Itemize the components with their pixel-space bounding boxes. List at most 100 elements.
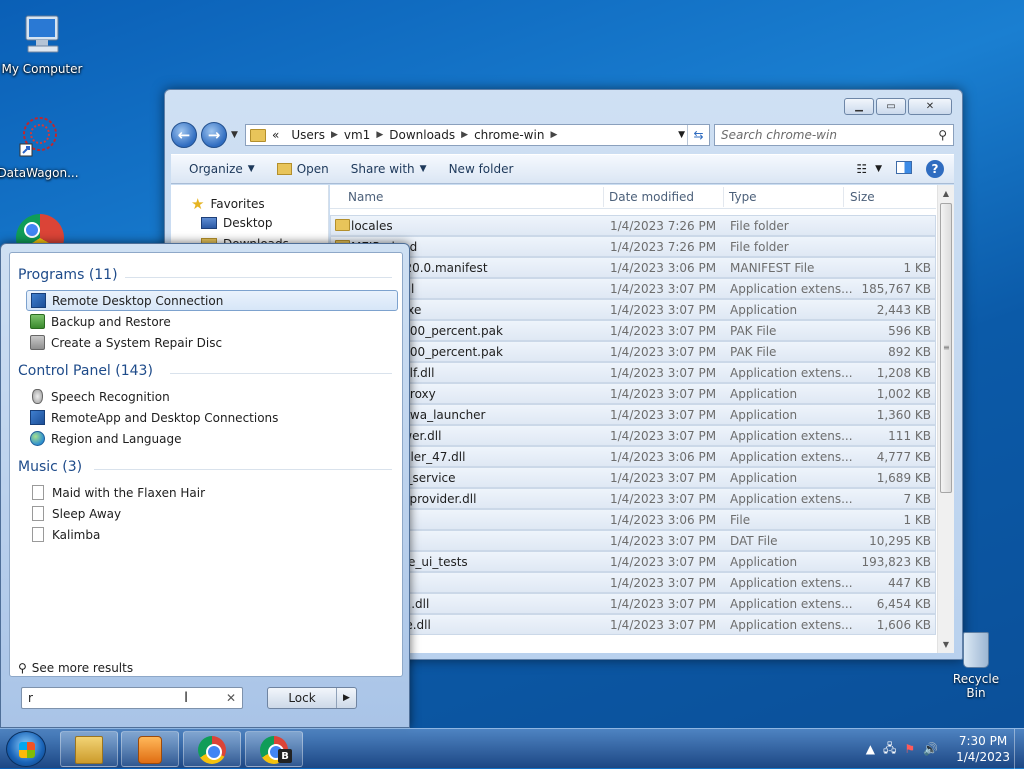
result-item[interactable]: RemoteApp and Desktop Connections — [26, 407, 398, 428]
file-row[interactable]: MEIPreload1/4/2023 7:26 PMFile folder — [330, 236, 936, 257]
taskbar-chrome[interactable] — [183, 731, 241, 767]
file-row[interactable]: libGLESv2.dll1/4/2023 3:07 PMApplication… — [330, 593, 936, 614]
file-row[interactable]: chrome_wer.dll1/4/2023 3:07 PMApplicatio… — [330, 425, 936, 446]
show-desktop-button[interactable] — [1014, 729, 1024, 769]
column-name[interactable]: Name — [348, 190, 383, 204]
maximize-button[interactable]: ▭ — [876, 98, 906, 115]
taskbar-media-player[interactable] — [121, 731, 179, 767]
breadcrumb-vm1[interactable]: vm1 — [338, 128, 376, 142]
start-search-input[interactable]: r I ✕ — [21, 687, 243, 709]
show-hidden-icons-button[interactable]: ▲ — [866, 742, 875, 756]
file-row[interactable]: chrome_100_percent.pak 1/4/2023 3:07 PM PA… — [330, 320, 936, 341]
file-row[interactable]: First Run1/4/2023 3:06 PMFile1 KB — [330, 509, 936, 530]
file-row[interactable]: mojo_core.dll1/4/2023 3:07 PMApplication… — [330, 614, 936, 635]
file-row[interactable]: chrome_pwa_launcher 1/4/2023 3:07 PM Appli… — [330, 404, 936, 425]
desktop-icon-chrome-partial[interactable] — [16, 214, 64, 244]
see-more-results-link[interactable]: ⚲ See more results — [18, 661, 133, 675]
file-row[interactable]: chrome_elf.dll1/4/2023 3:07 PMApplicatio… — [330, 362, 936, 383]
result-item[interactable]: Maid with the Flaxen Hair — [26, 482, 398, 503]
file-row[interactable]: libEGL.dll1/4/2023 3:07 PMApplication ex… — [330, 572, 936, 593]
scroll-up-icon[interactable]: ▲ — [938, 189, 954, 198]
clear-icon[interactable]: ✕ — [226, 691, 236, 705]
file-row[interactable]: 110.0.5420.0.manifest 1/4/2023 3:06 PM MAN… — [330, 257, 936, 278]
start-search-value: r — [28, 691, 33, 705]
address-bar[interactable]: « Users ▶ vm1 ▶ Downloads ▶ chrome-win ▶… — [245, 124, 710, 146]
file-row[interactable]: interactive_ui_tests1/4/2023 3:07 PMAppl… — [330, 551, 936, 572]
start-menu: ⚲ See more results Programs (11) Remote D… — [0, 243, 410, 728]
file-row[interactable]: chrome.dll1/4/2023 3:07 PMApplication ex… — [330, 278, 936, 299]
back-button[interactable]: ← — [171, 122, 197, 148]
result-item-label: Maid with the Flaxen Hair — [52, 485, 206, 500]
clock[interactable]: 7:30 PM 1/4/2023 — [956, 733, 1010, 765]
file-date: 1/4/2023 3:07 PM — [610, 534, 717, 548]
result-item[interactable]: Create a System Repair Disc — [26, 332, 398, 353]
file-row[interactable]: d3dcompiler_47.dll1/4/2023 3:06 PMApplic… — [330, 446, 936, 467]
file-row[interactable]: locales 1/4/2023 7:26 PM File folder — [330, 215, 936, 236]
file-row[interactable]: eventlog_provider.dll 1/4/2023 3:07 PM App… — [330, 488, 936, 509]
file-row[interactable]: chrome_proxy1/4/2023 3:07 PMApplication1… — [330, 383, 936, 404]
music-file-icon — [32, 527, 44, 542]
organize-button[interactable]: Organize ▼ — [179, 162, 265, 176]
result-item[interactable]: Remote Desktop Connection — [26, 290, 398, 311]
recent-pages-dropdown[interactable]: ▼ — [231, 130, 241, 140]
desktop-icon-label: DataWagon... — [0, 166, 79, 180]
sort-ascending-icon: ^ — [468, 185, 476, 191]
vertical-scrollbar[interactable]: ▲ ≡ ▼ — [937, 185, 954, 653]
chevron-down-icon: ▼ — [231, 130, 238, 140]
chevron-right-icon[interactable]: ▶ — [376, 130, 383, 140]
new-folder-label: New folder — [448, 162, 514, 176]
nav-desktop[interactable]: Desktop — [201, 216, 273, 230]
new-folder-button[interactable]: New folder — [439, 162, 524, 176]
network-icon[interactable]: 🖧 — [883, 739, 896, 760]
address-row: ← → ▼ « Users ▶ vm1 ▶ Downloads ▶ chrome… — [171, 122, 954, 148]
file-row[interactable]: chrome.exe1/4/2023 3:07 PMApplication2,4… — [330, 299, 936, 320]
nav-favorites[interactable]: ★ Favorites — [191, 195, 265, 213]
preview-pane-button[interactable] — [896, 161, 912, 177]
taskbar-chrome-beta[interactable]: B — [245, 731, 303, 767]
file-date: 1/4/2023 3:07 PM — [610, 576, 717, 590]
desktop-icon-my-computer[interactable]: My Computer — [0, 10, 84, 76]
start-button[interactable] — [6, 731, 46, 767]
open-button[interactable]: Open — [267, 162, 339, 176]
column-size[interactable]: Size — [850, 190, 875, 204]
lock-button[interactable]: Lock — [268, 691, 336, 705]
power-options-button[interactable]: ▶ — [336, 688, 356, 708]
refresh-button[interactable]: ⇆ — [687, 125, 709, 145]
file-date: 1/4/2023 3:07 PM — [610, 387, 717, 401]
minimize-button[interactable]: ▁ — [844, 98, 874, 115]
action-center-icon[interactable]: ⚑ — [904, 742, 915, 756]
result-item[interactable]: Region and Language — [26, 428, 398, 449]
chevron-right-icon[interactable]: ▶ — [331, 130, 338, 140]
close-button[interactable]: ✕ — [908, 98, 952, 115]
share-with-button[interactable]: Share with ▼ — [341, 162, 437, 176]
chevron-right-icon[interactable]: ▶ — [550, 130, 557, 140]
volume-icon[interactable]: 🔊 — [923, 742, 938, 756]
taskbar-explorer[interactable] — [60, 731, 118, 767]
result-item[interactable]: Backup and Restore — [26, 311, 398, 332]
desktop-icon-datawagon[interactable]: DataWagon... — [0, 114, 80, 180]
file-row[interactable]: icudtl.dat1/4/2023 3:07 PMDAT File10,295… — [330, 530, 936, 551]
breadcrumb-downloads[interactable]: Downloads — [383, 128, 461, 142]
forward-button[interactable]: → — [201, 122, 227, 148]
file-row[interactable]: elevation_service1/4/2023 3:07 PMApplica… — [330, 467, 936, 488]
help-button[interactable]: ? — [926, 160, 944, 178]
breadcrumb-users[interactable]: Users — [285, 128, 331, 142]
result-group-header[interactable]: Music (3) — [18, 459, 82, 475]
file-row[interactable]: chrome_200_percent.pak 1/4/2023 3:07 PM PA… — [330, 341, 936, 362]
breadcrumb-chrome-win[interactable]: chrome-win — [468, 128, 550, 142]
lock-button-group: Lock ▶ — [267, 687, 357, 709]
result-group-header[interactable]: Programs (11) — [18, 267, 118, 283]
breadcrumb-overflow[interactable]: « — [272, 128, 285, 142]
result-item[interactable]: Kalimba — [26, 524, 398, 545]
preview-pane-icon — [896, 161, 912, 174]
result-group-header[interactable]: Control Panel (143) — [18, 363, 153, 379]
search-input[interactable]: Search chrome-win ⚲ — [714, 124, 954, 146]
desktop-icon-recycle-bin[interactable]: Recycle Bin — [944, 632, 1008, 700]
view-options-button[interactable]: ☷ ▼ — [856, 162, 882, 176]
column-date-modified[interactable]: Date modified — [609, 190, 694, 204]
chevron-right-icon[interactable]: ▶ — [461, 130, 468, 140]
result-item[interactable]: Sleep Away — [26, 503, 398, 524]
chevron-down-icon[interactable]: ▼ — [678, 130, 685, 140]
column-type[interactable]: Type — [729, 190, 757, 204]
result-item[interactable]: Speech Recognition — [26, 386, 398, 407]
